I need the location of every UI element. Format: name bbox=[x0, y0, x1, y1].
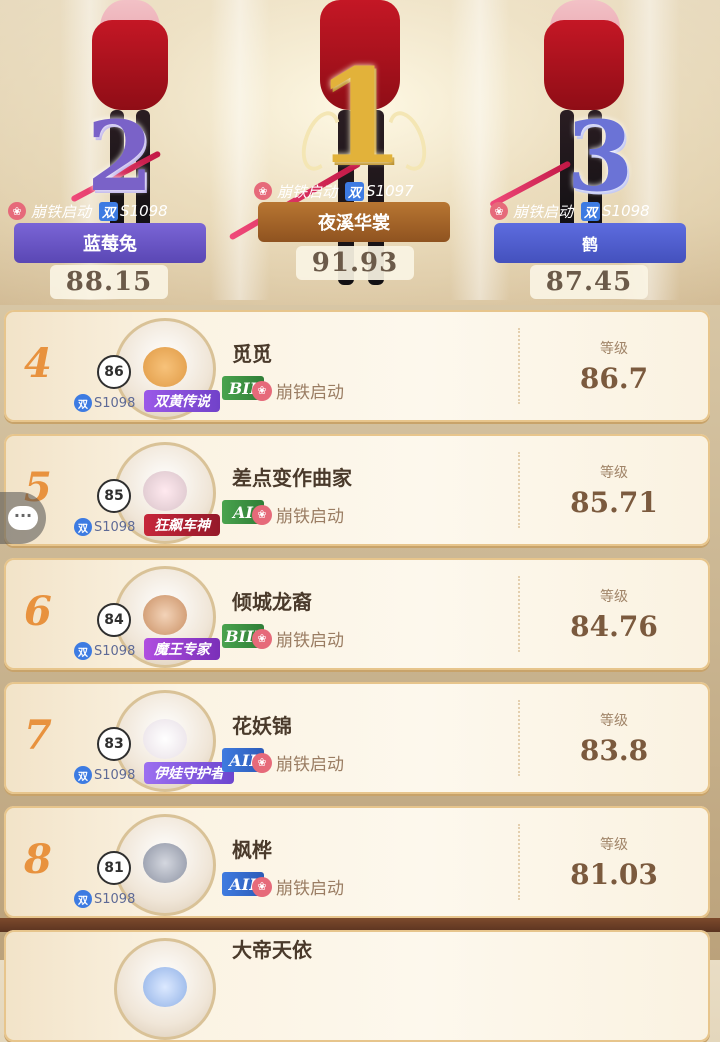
level-value: 83.8 bbox=[579, 734, 649, 767]
level-label: 等级 bbox=[600, 589, 628, 605]
guild-row: ❀ 崩铁启动 bbox=[252, 502, 344, 527]
server-id: S1098 bbox=[120, 202, 168, 220]
podium-area: 2 1 3 ❀ 崩铁启动 双 S1098 ❀ 崩铁启动 双 S1097 ❀ 崩铁… bbox=[0, 0, 720, 305]
rank-1-name-plate[interactable]: 夜溪华裳 bbox=[258, 202, 450, 242]
title-banner: 狂飙车神 bbox=[144, 514, 220, 536]
rose-icon: ❀ bbox=[252, 504, 272, 525]
title-banner: 魔王专家 bbox=[144, 638, 220, 660]
rose-icon: ❀ bbox=[8, 202, 26, 220]
level-value: 85.71 bbox=[570, 486, 658, 519]
divider bbox=[518, 328, 520, 404]
ranking-card-6[interactable]: 6 84 双 S1098 魔王专家 BIII 倾城龙裔 ❀ 崩铁启动 等级 84… bbox=[4, 558, 710, 670]
server-chip-icon: 双 bbox=[74, 394, 92, 412]
ranking-card-8[interactable]: 8 81 双 S1098 AII 枫桦 ❀ 崩铁启动 等级 81.03 bbox=[4, 806, 710, 918]
rank-1-score: 91.93 bbox=[296, 246, 414, 280]
server-id: S1098 bbox=[94, 395, 136, 411]
guild-name: 崩铁启动 bbox=[276, 755, 344, 775]
server-id: S1097 bbox=[366, 182, 414, 200]
rank-2-number: 2 bbox=[86, 100, 154, 213]
rose-icon: ❀ bbox=[252, 628, 272, 649]
level-label: 等级 bbox=[600, 341, 628, 357]
server-row: 双 S1098 bbox=[74, 518, 135, 536]
rank-2-guild-row: ❀ 崩铁启动 双 S1098 bbox=[8, 200, 168, 222]
level-value: 81.03 bbox=[570, 858, 658, 891]
level-badge: 84 bbox=[97, 603, 131, 637]
level-value: 86.7 bbox=[579, 362, 649, 395]
server-id: S1098 bbox=[94, 767, 136, 783]
guild-name: 崩铁启动 bbox=[277, 182, 338, 201]
rose-icon: ❀ bbox=[252, 876, 272, 897]
server-chip-icon: 双 bbox=[74, 766, 92, 784]
rose-icon: ❀ bbox=[490, 202, 508, 220]
player-name: 枫桦 bbox=[232, 838, 272, 862]
ranking-card-7[interactable]: 7 83 双 S1098 伊娃守护者 AII 花妖锦 ❀ 崩铁启动 等级 83.… bbox=[4, 682, 710, 794]
server-id: S1098 bbox=[94, 891, 136, 907]
guild-name: 崩铁启动 bbox=[276, 507, 344, 527]
rank-3-score: 87.45 bbox=[530, 265, 648, 299]
level-label: 等级 bbox=[600, 465, 628, 481]
player-name: 花妖锦 bbox=[232, 714, 292, 738]
ranking-card-5[interactable]: 5 85 双 S1098 狂飙车神 AI 差点变作曲家 ❀ 崩铁启动 等级 85… bbox=[4, 434, 710, 546]
level-badge: 81 bbox=[97, 851, 131, 885]
chat-bubble-icon: ··· bbox=[8, 506, 38, 530]
rank-3-guild-row: ❀ 崩铁启动 双 S1098 bbox=[490, 200, 650, 222]
divider bbox=[518, 452, 520, 528]
level-badge: 86 bbox=[97, 355, 131, 389]
rank-3-name-plate[interactable]: 鹤 bbox=[494, 223, 686, 263]
server-row: 双 S1098 bbox=[74, 642, 135, 660]
guild-row: ❀ 崩铁启动 bbox=[252, 750, 344, 775]
rose-icon: ❀ bbox=[252, 380, 272, 401]
rank-3-number: 3 bbox=[566, 100, 634, 213]
server-chip: 双 bbox=[345, 181, 365, 201]
server-row: 双 S1098 bbox=[74, 766, 135, 784]
rank-number: 6 bbox=[24, 588, 52, 635]
player-name: 大帝天依 bbox=[232, 938, 312, 962]
ranking-card-9-partial[interactable]: 大帝天依 bbox=[4, 930, 710, 1042]
player-name: 倾城龙裔 bbox=[232, 590, 312, 614]
divider bbox=[518, 576, 520, 652]
level-label: 等级 bbox=[600, 713, 628, 729]
rank-number: 7 bbox=[24, 712, 52, 759]
guild-row: ❀ 崩铁启动 bbox=[252, 874, 344, 899]
server-chip-icon: 双 bbox=[74, 890, 92, 908]
rose-icon: ❀ bbox=[252, 752, 272, 773]
guild-name: 崩铁启动 bbox=[276, 631, 344, 651]
server-chip: 双 bbox=[99, 201, 119, 221]
title-banner: 伊娃守护者 bbox=[144, 762, 234, 784]
server-chip-icon: 双 bbox=[74, 518, 92, 536]
avatar[interactable] bbox=[114, 938, 216, 1040]
divider bbox=[518, 824, 520, 900]
level-value: 84.76 bbox=[570, 610, 658, 643]
server-id: S1098 bbox=[602, 202, 650, 220]
ranking-card-4[interactable]: 4 86 双 S1098 双黄传说 BII 觅觅 ❀ 崩铁启动 等级 86.7 bbox=[4, 310, 710, 422]
level-badge: 85 bbox=[97, 479, 131, 513]
level-label: 等级 bbox=[600, 837, 628, 853]
rank-2-name-plate[interactable]: 蓝莓兔 bbox=[14, 223, 206, 263]
server-id: S1098 bbox=[94, 643, 136, 659]
rank-2-score: 88.15 bbox=[50, 265, 168, 299]
level-badge: 83 bbox=[97, 727, 131, 761]
server-chip: 双 bbox=[581, 201, 601, 221]
rank-1-number: 1 bbox=[314, 40, 406, 193]
rank-number: 4 bbox=[24, 340, 52, 387]
divider bbox=[518, 700, 520, 776]
rank-1-guild-row: ❀ 崩铁启动 双 S1097 bbox=[254, 180, 414, 202]
guild-name: 崩铁启动 bbox=[513, 202, 574, 221]
player-name: 差点变作曲家 bbox=[232, 466, 352, 490]
server-row: 双 S1098 bbox=[74, 394, 135, 412]
player-name: 觅觅 bbox=[232, 342, 272, 366]
guild-name: 崩铁启动 bbox=[276, 383, 344, 403]
title-banner: 双黄传说 bbox=[144, 390, 220, 412]
guild-row: ❀ 崩铁启动 bbox=[252, 626, 344, 651]
guild-name: 崩铁启动 bbox=[31, 202, 92, 221]
rose-icon: ❀ bbox=[254, 182, 272, 200]
guild-row: ❀ 崩铁启动 bbox=[252, 378, 344, 403]
server-row: 双 S1098 bbox=[74, 890, 135, 908]
pillar-decoration bbox=[210, 0, 270, 300]
rank-number: 8 bbox=[24, 836, 52, 883]
server-id: S1098 bbox=[94, 519, 136, 535]
guild-name: 崩铁启动 bbox=[276, 879, 344, 899]
server-chip-icon: 双 bbox=[74, 642, 92, 660]
